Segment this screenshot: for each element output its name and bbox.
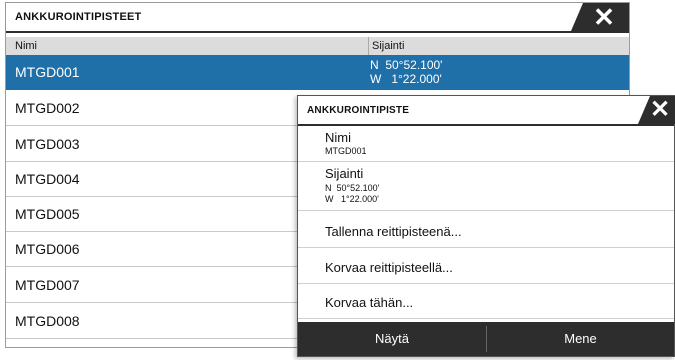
row-name: MTGD002 (15, 100, 80, 116)
replace-here-item[interactable]: Korvaa tähän... (298, 286, 674, 319)
name-label: Nimi (325, 130, 351, 145)
table-header: Nimi Sijainti (6, 37, 629, 56)
column-header-position[interactable]: Sijainti (372, 40, 404, 52)
dialog-title: ANKKUROINTIPISTE (307, 105, 410, 116)
table-row-selected[interactable]: MTGD001 N 50°52.100' W 1°22.000' (6, 55, 629, 90)
replace-with-waypoint-label: Korvaa reittipisteellä... (325, 260, 453, 275)
position-label: Sijainti (325, 166, 364, 181)
row-name: MTGD005 (15, 206, 80, 222)
row-name: MTGD004 (15, 171, 80, 187)
anchor-point-dialog: ANKKUROINTIPISTE ✕ Nimi MTGD001 Sijainti… (297, 95, 675, 357)
row-name: MTGD001 (15, 64, 80, 80)
position-latitude: N 50°52.100' (325, 183, 380, 193)
row-position: N 50°52.100' W 1°22.000' (370, 58, 442, 86)
dialog-close-button[interactable]: ✕ (638, 96, 675, 124)
position-longitude: W 1°22.000' (325, 194, 379, 204)
row-longitude: W 1°22.000' (370, 72, 442, 86)
row-name: MTGD007 (15, 277, 80, 293)
replace-with-waypoint-item[interactable]: Korvaa reittipisteellä... (298, 251, 674, 284)
titlebar-divider (6, 31, 629, 33)
window-titlebar: ANKKUROINTIPISTEET ✕ (6, 3, 629, 33)
row-name: MTGD003 (15, 136, 80, 152)
show-button[interactable]: Näytä (298, 322, 486, 356)
column-divider (368, 37, 369, 55)
close-icon: ✕ (593, 2, 615, 32)
row-name: MTGD008 (15, 313, 80, 329)
row-name: MTGD006 (15, 241, 80, 257)
name-value: MTGD001 (325, 146, 367, 156)
position-field[interactable]: Sijainti N 50°52.100' W 1°22.000' (298, 162, 674, 211)
column-header-name[interactable]: Nimi (15, 40, 37, 52)
row-latitude: N 50°52.100' (370, 58, 443, 72)
window-title: ANKKUROINTIPISTEET (15, 11, 142, 23)
replace-here-label: Korvaa tähän... (325, 295, 414, 310)
close-button[interactable]: ✕ (571, 3, 629, 31)
dialog-button-bar: Näytä Mene (298, 322, 674, 356)
save-as-waypoint-item[interactable]: Tallenna reittipisteenä... (298, 215, 674, 248)
go-button[interactable]: Mene (487, 322, 674, 356)
close-icon: ✕ (649, 96, 671, 123)
name-field[interactable]: Nimi MTGD001 (298, 126, 674, 162)
save-as-waypoint-label: Tallenna reittipisteenä... (325, 224, 462, 239)
dialog-titlebar: ANKKUROINTIPISTE ✕ (298, 96, 675, 126)
